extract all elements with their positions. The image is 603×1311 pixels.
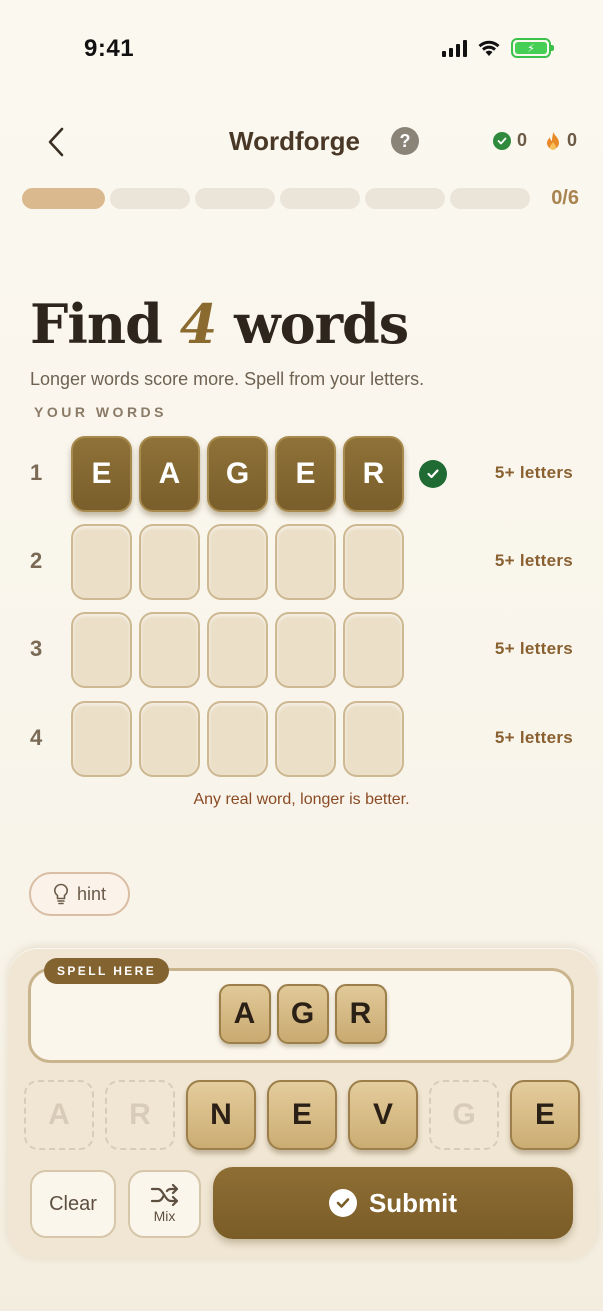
letter-tile: R bbox=[343, 436, 404, 512]
progress-label: 0/6 bbox=[551, 187, 579, 209]
row-length-hint: 5+ letters bbox=[494, 463, 573, 482]
help-button[interactable]: ? bbox=[391, 127, 419, 155]
status-icons: ⚡ bbox=[442, 38, 554, 58]
mix-button[interactable]: Mix bbox=[128, 1170, 201, 1238]
heading-prefix: Find bbox=[30, 292, 163, 356]
row-length-hint: 5+ letters bbox=[494, 728, 573, 747]
correct-count: 0 bbox=[516, 130, 527, 150]
status-time: 9:41 bbox=[84, 35, 135, 62]
letter-bank-tile[interactable]: E bbox=[510, 1080, 580, 1150]
heading-number: 4 bbox=[179, 292, 218, 356]
solved-check-icon bbox=[419, 460, 447, 488]
row-tiles: E A G E R bbox=[71, 436, 404, 512]
rule-text: Any real word, longer is better. bbox=[193, 791, 410, 808]
check-circle-icon bbox=[328, 1189, 357, 1217]
progress-segment bbox=[450, 188, 530, 209]
empty-tile bbox=[343, 612, 404, 688]
submit-button[interactable]: Submit bbox=[213, 1167, 573, 1239]
spelled-tile[interactable]: A bbox=[218, 984, 271, 1044]
empty-tile bbox=[207, 612, 268, 688]
subtitle: Longer words score more. Spell from your… bbox=[30, 369, 425, 389]
hint-label: hint bbox=[76, 883, 107, 904]
submit-label: Submit bbox=[368, 1187, 458, 1218]
row-number: 1 bbox=[30, 460, 43, 485]
spelled-tile[interactable]: G bbox=[276, 984, 329, 1044]
empty-tile bbox=[71, 612, 132, 688]
lightbulb-icon bbox=[54, 883, 68, 905]
letter-bank-tile[interactable]: N bbox=[186, 1080, 256, 1150]
progress-segment bbox=[110, 188, 190, 209]
letter-tile: E bbox=[71, 436, 132, 512]
spelled-tile[interactable]: R bbox=[334, 984, 387, 1044]
spell-panel: SPELL HERE A G R A R N E V G E Clear Mix… bbox=[8, 948, 597, 1260]
word-row[interactable]: 4 5+ letters bbox=[0, 701, 603, 777]
hint-button[interactable]: hint bbox=[29, 872, 130, 916]
row-number: 4 bbox=[30, 725, 43, 750]
row-tiles bbox=[71, 701, 404, 777]
empty-tile bbox=[71, 524, 132, 600]
signal-icon bbox=[442, 39, 467, 57]
flame-icon bbox=[545, 131, 561, 151]
stats: 0 0 bbox=[492, 130, 577, 151]
empty-tile bbox=[139, 612, 200, 688]
progress-segment bbox=[22, 188, 105, 209]
empty-tile bbox=[207, 524, 268, 600]
letter-tile: G bbox=[207, 436, 268, 512]
status-bar: 9:41 ⚡ bbox=[0, 0, 603, 96]
row-length-hint: 5+ letters bbox=[494, 551, 573, 570]
spelled-letters: A G R bbox=[8, 984, 597, 1044]
progress-bar bbox=[22, 188, 530, 209]
progress-segment bbox=[280, 188, 360, 209]
correct-icon bbox=[492, 131, 511, 150]
letter-bank-tile-used: G bbox=[429, 1080, 499, 1150]
letter-bank-tile[interactable]: V bbox=[348, 1080, 418, 1150]
row-tiles bbox=[71, 612, 404, 688]
letter-tile: E bbox=[275, 436, 336, 512]
streak-count: 0 bbox=[566, 130, 577, 150]
clear-button[interactable]: Clear bbox=[30, 1170, 116, 1238]
empty-tile bbox=[71, 701, 132, 777]
progress-segment bbox=[195, 188, 275, 209]
wifi-icon bbox=[478, 40, 500, 56]
letter-tile: A bbox=[139, 436, 200, 512]
empty-tile bbox=[139, 701, 200, 777]
word-row: 1 E A G E R 5+ letters bbox=[0, 436, 603, 512]
word-row[interactable]: 3 5+ letters bbox=[0, 612, 603, 688]
letter-bank-tile-used: R bbox=[105, 1080, 175, 1150]
row-length-hint: 5+ letters bbox=[494, 639, 573, 658]
empty-tile bbox=[275, 612, 336, 688]
heading-suffix: words bbox=[234, 292, 409, 356]
row-number: 3 bbox=[30, 636, 43, 661]
progress-segment bbox=[365, 188, 445, 209]
word-row[interactable]: 2 5+ letters bbox=[0, 524, 603, 600]
nav-bar: Wordforge ? 0 0 bbox=[0, 118, 603, 166]
empty-tile bbox=[275, 524, 336, 600]
row-number: 2 bbox=[30, 548, 43, 573]
empty-tile bbox=[275, 701, 336, 777]
battery-icon: ⚡ bbox=[511, 38, 554, 58]
empty-tile bbox=[139, 524, 200, 600]
row-tiles bbox=[71, 524, 404, 600]
empty-tile bbox=[343, 701, 404, 777]
empty-tile bbox=[207, 701, 268, 777]
section-label: YOUR WORDS bbox=[34, 404, 167, 420]
mix-label: Mix bbox=[153, 1208, 176, 1224]
letter-bank: A R N E V G E bbox=[24, 1080, 580, 1150]
shuffle-icon bbox=[150, 1184, 178, 1206]
puzzle-heading: Find 4 words bbox=[30, 292, 409, 356]
letter-bank-tile[interactable]: E bbox=[267, 1080, 337, 1150]
letter-bank-tile-used: A bbox=[24, 1080, 94, 1150]
empty-tile bbox=[343, 524, 404, 600]
spell-tag: SPELL HERE bbox=[44, 958, 170, 984]
